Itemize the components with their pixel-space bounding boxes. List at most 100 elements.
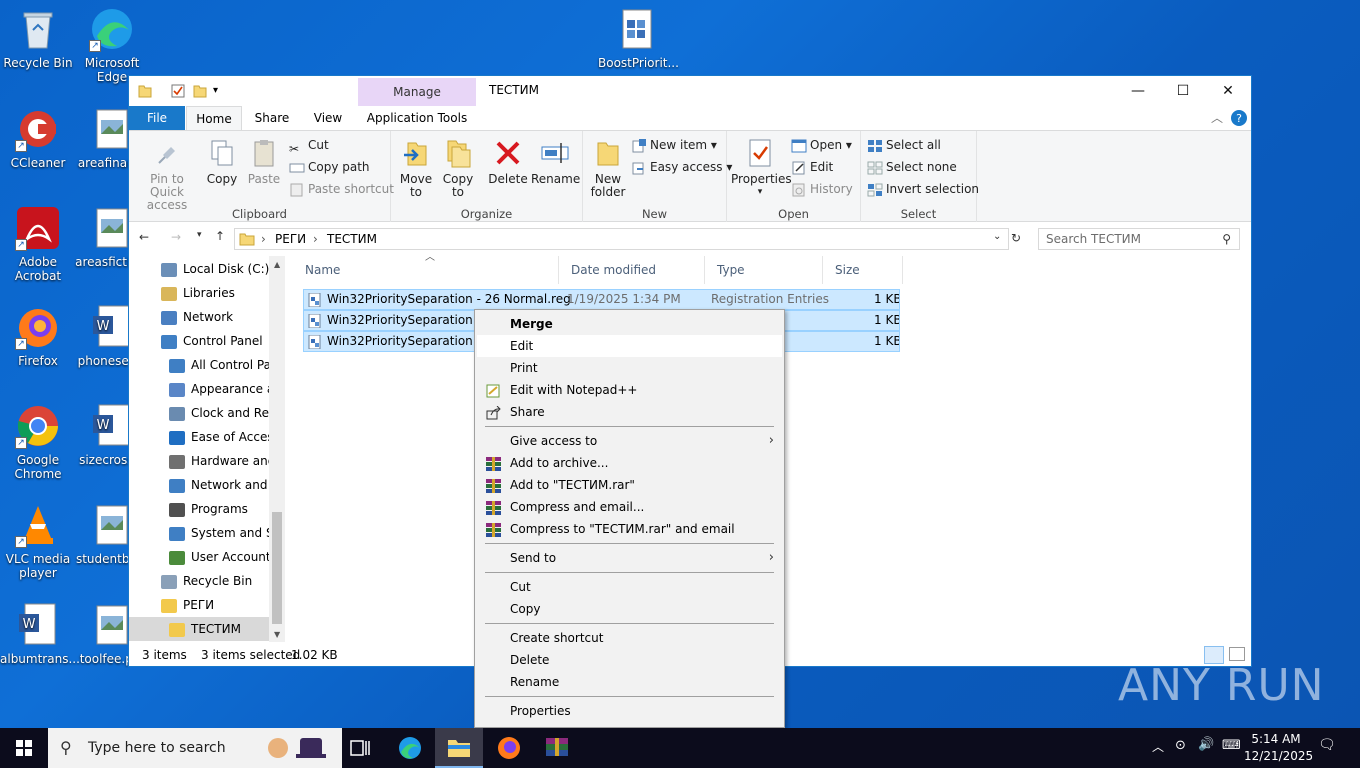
minimize-button[interactable]: — (1115, 76, 1161, 106)
task-view-button[interactable] (336, 728, 384, 768)
desktop-icon-acrobat[interactable]: ↗ Adobe Acrobat (0, 205, 76, 283)
rename-button[interactable]: Rename (531, 135, 580, 186)
move-to-button[interactable]: Move to (395, 135, 437, 199)
manage-tab-header[interactable]: Manage (358, 78, 476, 106)
cut-button[interactable]: ✂ Cut (289, 135, 329, 156)
volume-icon[interactable]: 🔊 (1198, 737, 1214, 752)
scrollbar-thumb[interactable] (272, 512, 282, 624)
nav-item[interactable]: Programs (129, 497, 269, 521)
qat-dropdown-icon[interactable]: ▾ (213, 83, 227, 99)
menu-item-print[interactable]: Print (477, 357, 782, 379)
menu-item-add-to-rar[interactable]: Add to "ТЕСТИМ.rar" (477, 474, 782, 496)
system-clock[interactable]: 5:14 AM 12/21/2025 (1244, 731, 1313, 765)
details-view-icon[interactable] (1204, 646, 1224, 664)
menu-item-edit-with-notepad[interactable]: Edit with Notepad++ (477, 379, 782, 401)
large-icons-view-icon[interactable] (1229, 647, 1245, 661)
menu-item-delete[interactable]: Delete (477, 649, 782, 671)
scroll-down-icon[interactable]: ▼ (274, 630, 280, 639)
breadcrumb-item[interactable]: ТЕСТИМ (327, 232, 377, 246)
menu-item-compress-to-rar-and-email[interactable]: Compress to "ТЕСТИМ.rar" and email (477, 518, 782, 540)
easy-access-button[interactable]: Easy access ▾ (631, 157, 732, 177)
menu-item-share[interactable]: Share (477, 401, 782, 423)
tab-application-tools[interactable]: Application Tools (358, 106, 476, 130)
taskbar-firefox-button[interactable] (485, 728, 533, 768)
menu-item-compress-and-email[interactable]: Compress and email... (477, 496, 782, 518)
history-button[interactable]: History (791, 179, 853, 199)
menu-item-rename[interactable]: Rename (477, 671, 782, 693)
nav-item[interactable]: РЕГИ (129, 593, 269, 617)
nav-item[interactable]: Clock and Regi (129, 401, 269, 425)
select-all-button[interactable]: Select all (867, 135, 941, 155)
tab-view[interactable]: View (303, 106, 353, 130)
new-folder-button[interactable]: New folder (587, 135, 629, 199)
desktop-icon-albumtrans[interactable]: W albumtrans... (0, 602, 80, 666)
desktop-icon-ccleaner[interactable]: ↗ CCleaner (0, 106, 76, 170)
column-header-type[interactable]: Type (705, 256, 823, 284)
column-header-size[interactable]: Size (823, 256, 903, 284)
desktop-icon-recycle-bin[interactable]: Recycle Bin (0, 6, 76, 70)
network-icon[interactable]: ⊙ (1175, 738, 1186, 753)
nav-item[interactable]: Ease of Access (129, 425, 269, 449)
column-header-name[interactable]: Name (293, 256, 559, 284)
address-dropdown-icon[interactable]: ⌄ (993, 231, 1001, 242)
delete-button[interactable]: Delete (487, 135, 529, 186)
menu-item-edit[interactable]: Edit (477, 335, 782, 357)
breadcrumb-item[interactable]: РЕГИ (275, 232, 306, 246)
copy-path-button[interactable]: Copy path (289, 157, 370, 177)
nav-item[interactable]: Appearance an (129, 377, 269, 401)
copy-to-button[interactable]: Copy to (437, 135, 479, 199)
menu-item-copy[interactable]: Copy (477, 598, 782, 620)
desktop-icon-vlc[interactable]: ↗ VLC media player (0, 502, 76, 580)
tab-file[interactable]: File (129, 106, 185, 130)
taskbar-winrar-button[interactable] (533, 728, 581, 768)
menu-item-add-to-archive[interactable]: Add to archive... (477, 452, 782, 474)
maximize-button[interactable]: ☐ (1160, 76, 1206, 106)
back-arrow-icon[interactable]: ← (139, 230, 149, 244)
nav-item[interactable]: Network (129, 305, 269, 329)
taskbar-edge-button[interactable] (386, 728, 434, 768)
show-hidden-icons-chevron-icon[interactable]: ︿ (1152, 738, 1164, 755)
properties-check-icon[interactable] (171, 83, 185, 99)
open-button[interactable]: Open ▾ (791, 135, 852, 155)
new-folder-qat-icon[interactable] (193, 83, 207, 99)
nav-item[interactable]: Recycle Bin (129, 569, 269, 593)
scroll-up-icon[interactable]: ▲ (274, 260, 280, 269)
up-arrow-icon[interactable]: ↑ (215, 229, 225, 243)
tab-share[interactable]: Share (246, 106, 298, 130)
nav-item[interactable]: Control Panel (129, 329, 269, 353)
help-icon[interactable]: ? (1231, 106, 1247, 130)
pin-to-quick-access-button[interactable]: Pin to Quick access (133, 135, 201, 212)
select-none-button[interactable]: Select none (867, 157, 957, 177)
taskbar-file-explorer-button[interactable] (435, 728, 483, 768)
menu-item-merge[interactable]: Merge (477, 313, 782, 335)
menu-item-properties[interactable]: Properties (477, 700, 782, 722)
properties-button[interactable]: Properties ▾ (731, 135, 792, 199)
desktop-icon-edge[interactable]: ↗ Microsoft Edge (74, 6, 150, 84)
menu-item-create-shortcut[interactable]: Create shortcut (477, 627, 782, 649)
refresh-icon[interactable]: ↻ (1011, 231, 1021, 245)
nav-item[interactable]: Local Disk (C:) (129, 257, 269, 281)
nav-item[interactable]: Hardware and (129, 449, 269, 473)
file-row[interactable]: Win32PrioritySeparation - 26 Normal.reg 1… (303, 289, 900, 310)
tab-home[interactable]: Home (186, 106, 242, 130)
forward-arrow-icon[interactable]: → (171, 230, 181, 244)
taskbar-search-box[interactable]: ⚲ Type here to search (48, 728, 342, 768)
recent-locations-chevron-icon[interactable]: ▾ (197, 230, 202, 240)
menu-item-send-to[interactable]: Send to › (477, 547, 782, 569)
nav-item[interactable]: ТЕСТИМ (129, 617, 269, 641)
nav-item[interactable]: All Control Par (129, 353, 269, 377)
notifications-icon[interactable]: 🗨 (1318, 737, 1336, 753)
desktop-icon-chrome[interactable]: ↗ Google Chrome (0, 403, 76, 481)
nav-item[interactable]: Libraries (129, 281, 269, 305)
address-bar[interactable]: › РЕГИ › ТЕСТИМ ⌄ (234, 228, 1009, 250)
search-input[interactable]: Search ТЕСТИМ ⚲ (1038, 228, 1240, 250)
invert-selection-button[interactable]: Invert selection (867, 179, 979, 199)
menu-item-give-access-to[interactable]: Give access to › (477, 430, 782, 452)
keyboard-layout-icon[interactable]: ⌨ (1222, 738, 1241, 753)
column-header-date-modified[interactable]: Date modified (559, 256, 705, 284)
paste-shortcut-button[interactable]: Paste shortcut (289, 179, 394, 199)
edit-button[interactable]: Edit (791, 157, 833, 177)
collapse-ribbon-icon[interactable]: ︿ (1209, 106, 1225, 130)
close-button[interactable]: ✕ (1205, 76, 1251, 106)
nav-item[interactable]: System and Sec (129, 521, 269, 545)
